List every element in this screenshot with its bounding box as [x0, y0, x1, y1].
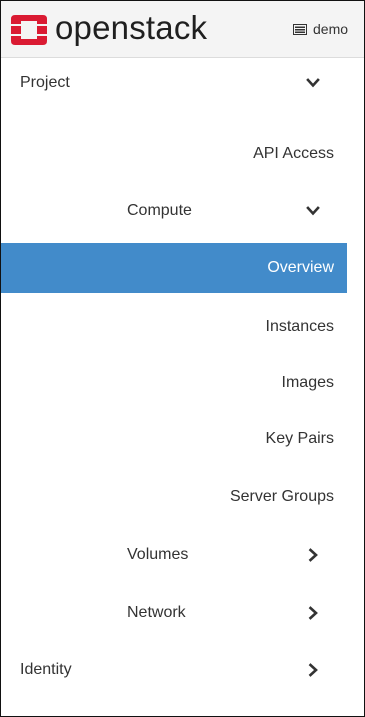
chevron-down-icon — [306, 78, 320, 88]
project-selector-label: demo — [313, 21, 349, 37]
brand-name[interactable]: openstack — [55, 8, 207, 48]
sidebar-window: openstack demo Project API Access Comput… — [0, 0, 365, 717]
server-icon — [293, 23, 307, 35]
sidebar-item-label: Images — [281, 374, 334, 391]
sidebar-item-compute[interactable]: Compute — [1, 186, 347, 236]
sidebar-item-label: Identity — [20, 661, 72, 678]
sidebar-item-label: Project — [20, 74, 70, 91]
sidebar-item-server-groups[interactable]: Server Groups — [1, 472, 347, 522]
sidebar-item-network[interactable]: Network — [1, 588, 347, 638]
sidebar-item-label: Instances — [265, 318, 334, 335]
project-selector[interactable]: demo — [293, 21, 348, 37]
sidebar-item-label: Volumes — [127, 546, 189, 563]
sidebar-item-images[interactable]: Images — [1, 358, 347, 408]
sidebar-item-volumes[interactable]: Volumes — [1, 530, 347, 580]
sidebar-item-instances[interactable]: Instances — [1, 302, 347, 352]
sidebar-item-label: Server Groups — [229, 488, 334, 505]
sidebar-item-identity[interactable]: Identity — [1, 645, 347, 695]
openstack-logo-icon[interactable] — [11, 15, 47, 45]
sidebar-item-label: Overview — [267, 259, 334, 276]
sidebar-item-label: Key Pairs — [265, 430, 334, 447]
chevron-right-icon — [308, 548, 318, 562]
sidebar-item-overview[interactable]: Overview — [1, 243, 347, 293]
sidebar-item-api-access[interactable]: API Access — [1, 129, 347, 179]
sidebar-item-key-pairs[interactable]: Key Pairs — [1, 414, 347, 464]
chevron-right-icon — [308, 663, 318, 677]
chevron-right-icon — [308, 606, 318, 620]
chevron-down-icon — [306, 206, 320, 216]
top-header: openstack demo — [1, 1, 364, 58]
sidebar-item-label: API Access — [253, 145, 334, 162]
sidebar-item-project[interactable]: Project — [1, 58, 347, 108]
sidebar-item-label: Network — [127, 604, 186, 621]
sidebar-item-label: Compute — [127, 202, 192, 219]
